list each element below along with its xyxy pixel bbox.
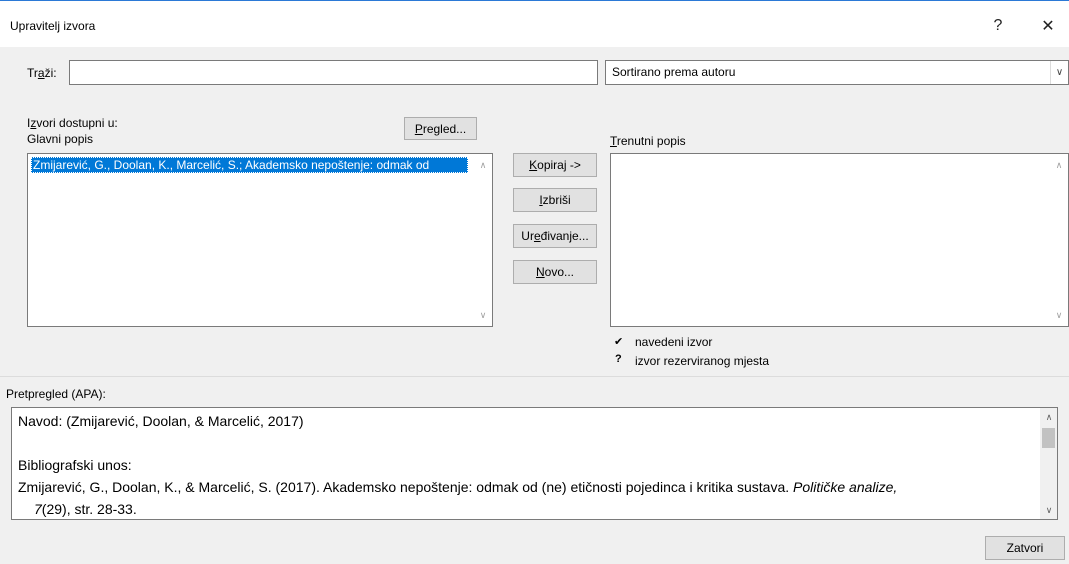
close-icon: ✕	[1041, 18, 1055, 35]
scroll-down-icon[interactable]: ∨	[1042, 503, 1056, 517]
divider	[0, 376, 1069, 377]
close-button[interactable]: Zatvori	[985, 536, 1065, 560]
bibliography-entry: Zmijarević, G., Doolan, K., & Marcelić, …	[18, 479, 898, 495]
sources-available-label: Izvori dostupni u:	[27, 116, 118, 130]
sort-select[interactable]: Sortirano prema autoru ∨	[605, 60, 1069, 85]
copy-button-label: Kopiraj ->	[529, 158, 581, 172]
cited-source-legend: navedeni izvor	[635, 335, 713, 349]
scroll-down-icon[interactable]: ∨	[1052, 308, 1066, 322]
list-item[interactable]: Zmijarević, G., Doolan, K., Marcelić, S.…	[31, 157, 468, 173]
edit-button-label: Uređivanje...	[521, 229, 589, 243]
checkmark-icon: ✔	[614, 336, 624, 348]
scroll-down-icon[interactable]: ∨	[476, 308, 490, 322]
help-icon: ?	[993, 17, 1003, 34]
help-button[interactable]: ?	[980, 11, 1016, 41]
delete-button-label: Izbriši	[539, 193, 571, 207]
scroll-up-icon[interactable]: ∧	[1042, 410, 1056, 424]
edit-button[interactable]: Uređivanje...	[513, 224, 597, 248]
placeholder-source-legend: izvor rezerviranog mjesta	[635, 354, 770, 368]
current-list-box[interactable]: ∧ ∨	[610, 153, 1069, 327]
current-list-label: Trenutni popis	[610, 134, 686, 148]
scroll-up-icon[interactable]: ∧	[1052, 158, 1066, 172]
close-button-label: Zatvori	[1006, 541, 1044, 555]
scroll-up-icon[interactable]: ∧	[476, 158, 490, 172]
master-list-label: Glavni popis	[27, 132, 94, 146]
new-button-label: Novo...	[535, 265, 575, 279]
question-mark-icon: ?	[615, 353, 622, 365]
preview-box[interactable]: Navod: (Zmijarević, Doolan, & Marcelić, …	[11, 407, 1058, 520]
preview-scrollbar[interactable]: ∧ ∨	[1040, 408, 1057, 519]
new-button[interactable]: Novo...	[513, 260, 597, 284]
chevron-down-icon: ∨	[1050, 61, 1068, 84]
citation-preview: Navod: (Zmijarević, Doolan, & Marcelić, …	[18, 413, 304, 429]
sort-select-value: Sortirano prema autoru	[612, 65, 736, 79]
copy-button[interactable]: Kopiraj ->	[513, 153, 597, 177]
close-window-button[interactable]: ✕	[1030, 11, 1066, 41]
master-list-box[interactable]: Zmijarević, G., Doolan, K., Marcelić, S.…	[27, 153, 493, 327]
scrollbar-thumb[interactable]	[1042, 428, 1055, 448]
bibliography-entry-continuation: 7(29), str. 28-33.	[34, 501, 137, 517]
browse-button[interactable]: Pregled...	[404, 117, 477, 140]
source-manager-dialog: Upravitelj izvora ? ✕ Traži: Sortirano p…	[0, 0, 1069, 564]
bibliography-heading: Bibliografski unos:	[18, 457, 132, 473]
search-label: Traži:	[27, 66, 57, 80]
preview-label: Pretpregled (APA):	[6, 387, 106, 401]
browse-button-label: Pregled...	[414, 121, 467, 136]
delete-button[interactable]: Izbriši	[513, 188, 597, 212]
search-input[interactable]	[69, 60, 598, 85]
dialog-title: Upravitelj izvora	[10, 19, 96, 33]
title-bar: Upravitelj izvora ? ✕	[0, 0, 1069, 47]
